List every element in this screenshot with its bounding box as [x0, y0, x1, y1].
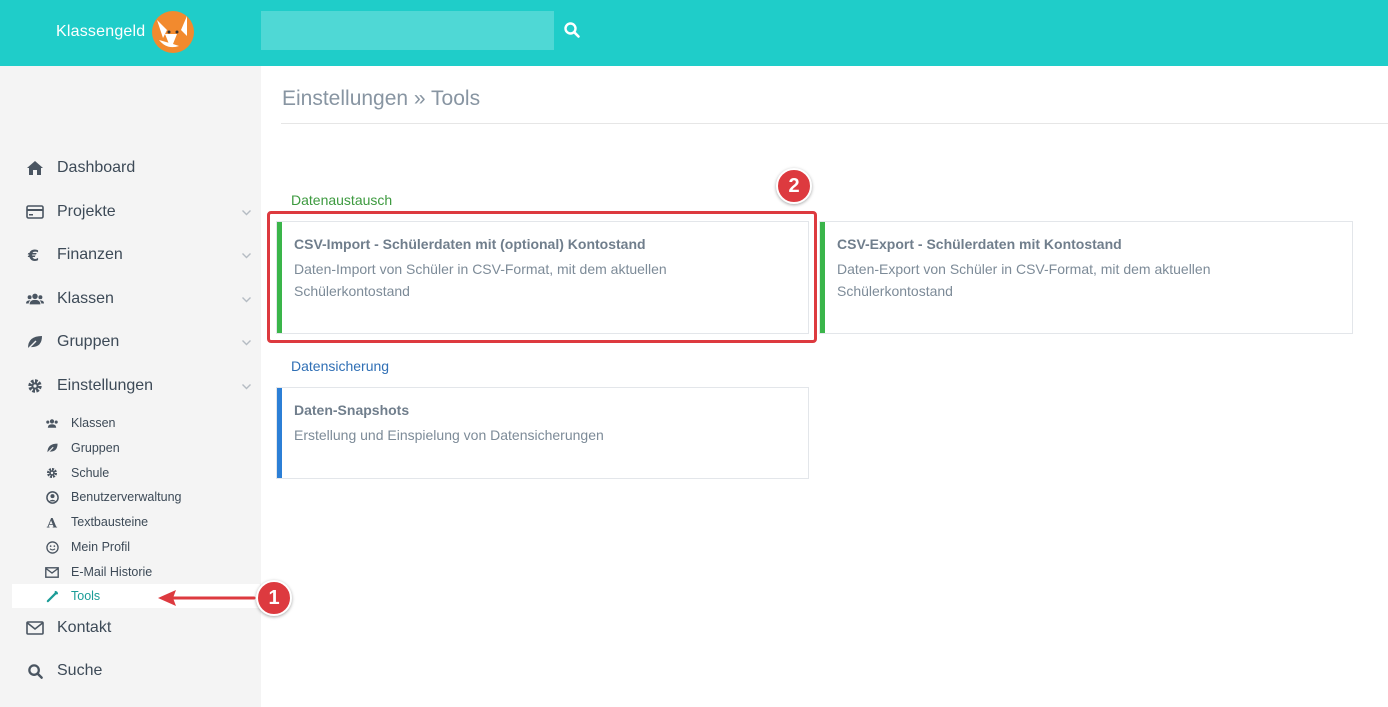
svg-text:A: A	[46, 516, 58, 528]
sidebar: Dashboard Projekte € Finanzen Klassen Gr…	[0, 66, 261, 707]
card-title: Daten-Snapshots	[294, 402, 410, 418]
sidebar-item-label: Klassen	[57, 290, 114, 307]
sidebar-subitem-label: Gruppen	[71, 441, 120, 455]
sidebar-item-label: Dashboard	[57, 159, 136, 176]
sidebar-subitem-schule[interactable]: Schule	[12, 461, 260, 485]
sidebar-item-label: Suche	[57, 662, 103, 679]
sidebar-item-label: Einstellungen	[57, 377, 154, 394]
euro-icon: €	[26, 246, 44, 264]
leaf-icon	[26, 333, 44, 351]
sidebar-item-projekte[interactable]: Projekte	[0, 192, 261, 232]
chevron-down-icon	[242, 383, 251, 389]
gear-icon	[45, 466, 59, 480]
search-input[interactable]	[261, 11, 554, 50]
sidebar-item-label: Kontakt	[57, 619, 112, 636]
brand-logo[interactable]: Klassengeld	[56, 10, 197, 54]
card-title: CSV-Export - Schülerdaten mit Kontostand	[837, 236, 1122, 252]
font-icon: A	[45, 515, 59, 529]
card-title: CSV-Import - Schülerdaten mit (optional)…	[294, 236, 646, 252]
chevron-down-icon	[242, 296, 251, 302]
top-bar: Klassengeld	[0, 0, 1388, 66]
chevron-down-icon	[242, 339, 251, 345]
gear-icon	[26, 377, 44, 395]
page-title: Einstellungen » Tools	[282, 87, 481, 110]
sidebar-subitem-email-historie[interactable]: E-Mail Historie	[12, 560, 260, 584]
sidebar-item-label: Gruppen	[57, 333, 120, 350]
envelope-icon	[26, 619, 44, 637]
sidebar-subitem-label: Mein Profil	[71, 540, 131, 554]
user-circle-icon	[45, 490, 59, 504]
sidebar-subitem-textbausteine[interactable]: A Textbausteine	[12, 510, 260, 534]
sidebar-subitem-mein-profil[interactable]: Mein Profil	[12, 535, 260, 559]
card-accent-bar	[277, 222, 282, 333]
title-divider	[281, 123, 1388, 124]
section-label-datenaustausch: Datenaustausch	[291, 192, 393, 208]
leaf-icon	[45, 441, 59, 455]
sidebar-item-label: Finanzen	[57, 246, 123, 263]
card-description: Daten-Export von Schüler in CSV-Format, …	[837, 261, 1211, 299]
card-description: Daten-Import von Schüler in CSV-Format, …	[294, 261, 667, 299]
tool-card-csv-import[interactable]: CSV-Import - Schülerdaten mit (optional)…	[276, 221, 809, 334]
sidebar-subitem-label: Klassen	[71, 416, 116, 430]
search-icon	[26, 662, 44, 680]
sidebar-item-suche[interactable]: Suche	[0, 651, 261, 691]
svg-text:€: €	[27, 247, 39, 263]
sidebar-subitem-label: Textbausteine	[71, 515, 149, 529]
sidebar-subitem-klassen[interactable]: Klassen	[12, 411, 260, 435]
card-description: Erstellung und Einspielung von Datensich…	[294, 427, 604, 443]
credit-card-icon	[26, 203, 44, 221]
brand-name: Klassengeld	[56, 23, 146, 40]
sidebar-subitem-label: Benutzerverwaltung	[71, 490, 182, 504]
sidebar-subitem-gruppen[interactable]: Gruppen	[12, 436, 260, 460]
sidebar-item-label: Projekte	[57, 203, 116, 220]
card-accent-bar	[277, 388, 282, 478]
envelope-icon	[45, 565, 59, 579]
sidebar-subitem-benutzerverwaltung[interactable]: Benutzerverwaltung	[12, 485, 260, 509]
sidebar-subitem-label: Tools	[71, 589, 101, 603]
sidebar-item-kontakt[interactable]: Kontakt	[0, 608, 261, 648]
sidebar-item-einstellungen[interactable]: Einstellungen	[0, 366, 261, 406]
search-icon[interactable]	[563, 21, 581, 39]
tool-card-csv-export[interactable]: CSV-Export - Schülerdaten mit Kontostand…	[819, 221, 1353, 334]
section-label-datensicherung: Datensicherung	[291, 358, 390, 374]
chevron-down-icon	[242, 252, 251, 258]
fox-logo-icon	[152, 11, 195, 53]
sidebar-subitem-label: Schule	[71, 466, 110, 480]
users-icon	[26, 290, 44, 308]
users-icon	[45, 416, 59, 430]
smile-icon	[45, 540, 59, 554]
card-accent-bar	[820, 222, 825, 333]
sidebar-item-gruppen[interactable]: Gruppen	[0, 322, 261, 362]
sidebar-item-finanzen[interactable]: € Finanzen	[0, 235, 261, 275]
arrow-annotation-icon	[158, 590, 256, 606]
sidebar-subitem-label: E-Mail Historie	[71, 565, 153, 579]
sidebar-item-dashboard[interactable]: Dashboard	[0, 148, 261, 188]
home-icon	[26, 159, 44, 177]
step-badge-1: 1	[256, 580, 292, 616]
chevron-down-icon	[242, 209, 251, 215]
wrench-icon	[45, 589, 59, 603]
sidebar-item-klassen[interactable]: Klassen	[0, 279, 261, 319]
tool-card-daten-snapshots[interactable]: Daten-Snapshots Erstellung und Einspielu…	[276, 387, 809, 479]
step-badge-2: 2	[776, 168, 812, 204]
